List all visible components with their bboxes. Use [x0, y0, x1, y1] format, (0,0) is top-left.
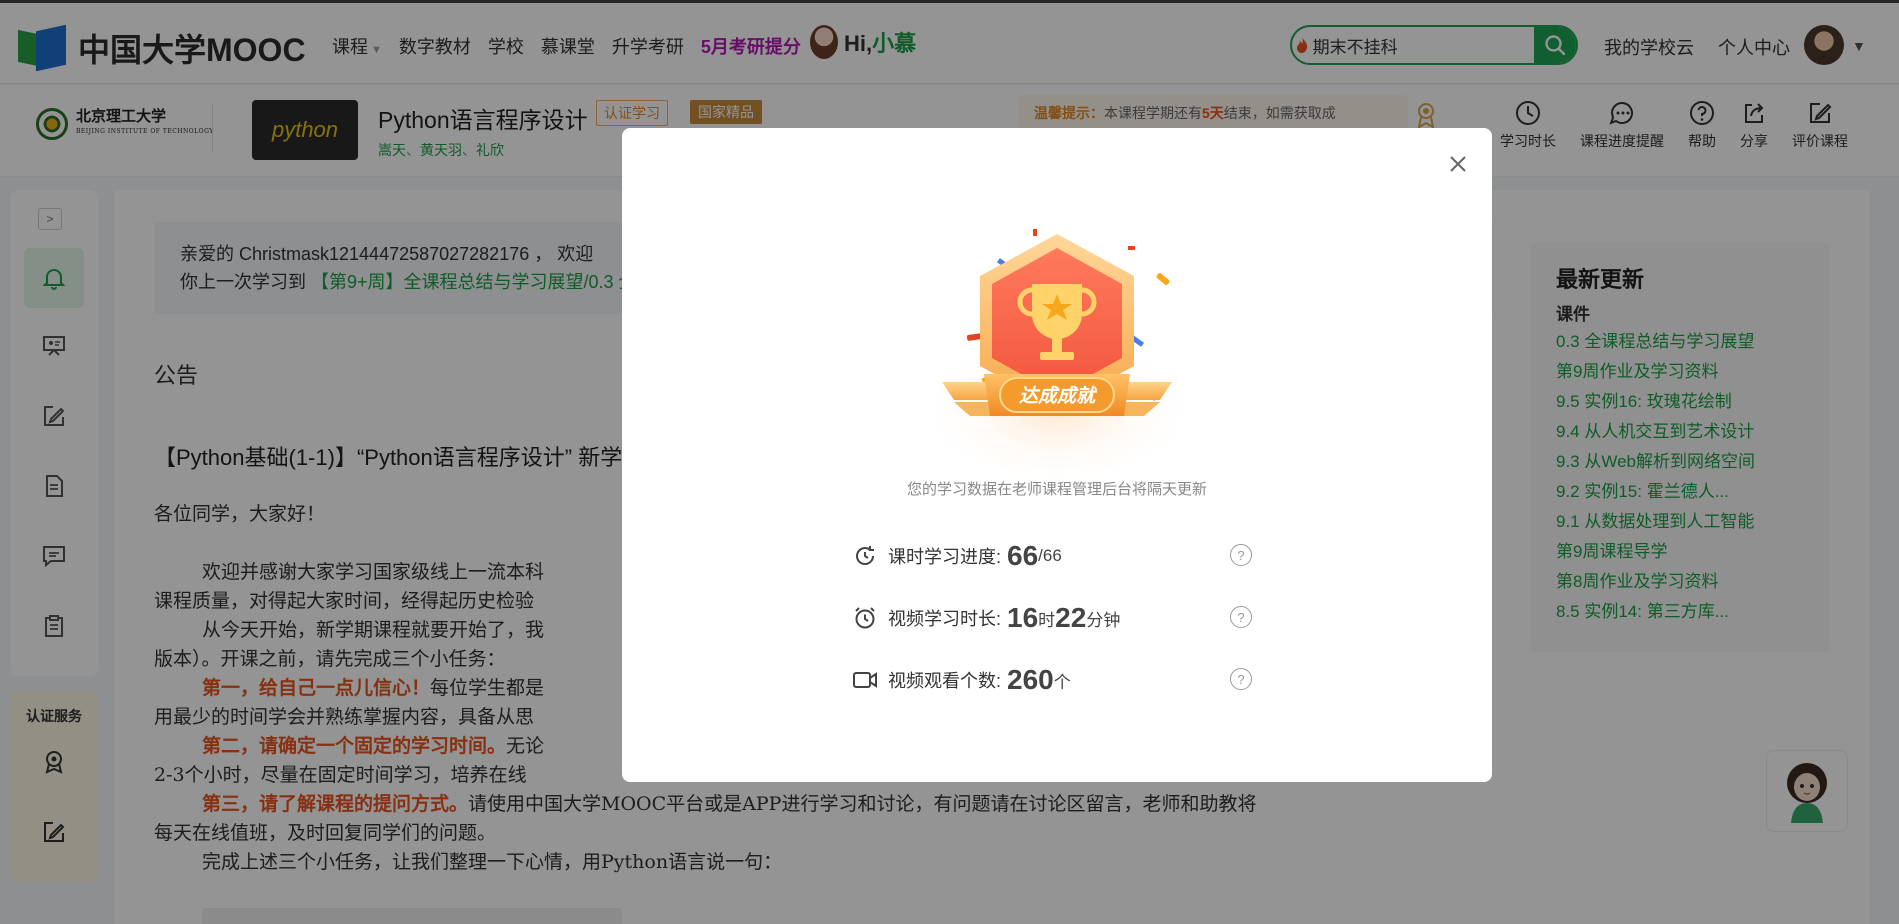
stat-hours-unit: 时: [1038, 610, 1056, 630]
stat-suffix: /66: [1038, 546, 1062, 565]
stat-hours: 16: [1007, 602, 1039, 633]
stat-label: 视频学习时长:: [888, 609, 1002, 629]
stat-label: 课时学习进度:: [888, 547, 1002, 567]
data-update-note: 您的学习数据在老师课程管理后台将隔天更新: [906, 481, 1207, 498]
stat-value: 260: [1007, 664, 1054, 695]
badge-text: 达成成就: [1019, 385, 1098, 407]
achievement-badge: 达成成就: [917, 229, 1197, 474]
stat-video-duration: 视频学习时长: 16 时 22 分钟 ?: [852, 598, 1272, 638]
video-camera-icon: [852, 667, 878, 693]
achievement-modal: 达成成就 您的学习数据在老师课程管理后台将隔天更新 课时学习进度: 66 /66…: [622, 128, 1492, 782]
stat-video-count: 视频观看个数: 260 个 ?: [852, 660, 1272, 700]
stat-label: 视频观看个数:: [888, 671, 1002, 691]
stat-lesson-progress: 课时学习进度: 66 /66 ?: [852, 536, 1272, 576]
help-icon[interactable]: ?: [1230, 544, 1252, 566]
alarm-clock-icon: [852, 605, 878, 631]
page: 中国大学MOOC 课程 ▼ 数字教材 学校 慕课堂 升学考研 5月考研提分 Hi,…: [0, 0, 1899, 924]
help-icon[interactable]: ?: [1230, 606, 1252, 628]
stat-minutes: 22: [1055, 602, 1087, 633]
close-button[interactable]: [1444, 150, 1472, 178]
stat-minutes-unit: 分钟: [1086, 610, 1121, 630]
stat-suffix: 个: [1053, 672, 1071, 692]
stat-value: 66: [1007, 540, 1039, 571]
refresh-clock-icon: [852, 543, 878, 569]
help-icon[interactable]: ?: [1230, 668, 1252, 690]
close-icon: [1450, 156, 1466, 172]
